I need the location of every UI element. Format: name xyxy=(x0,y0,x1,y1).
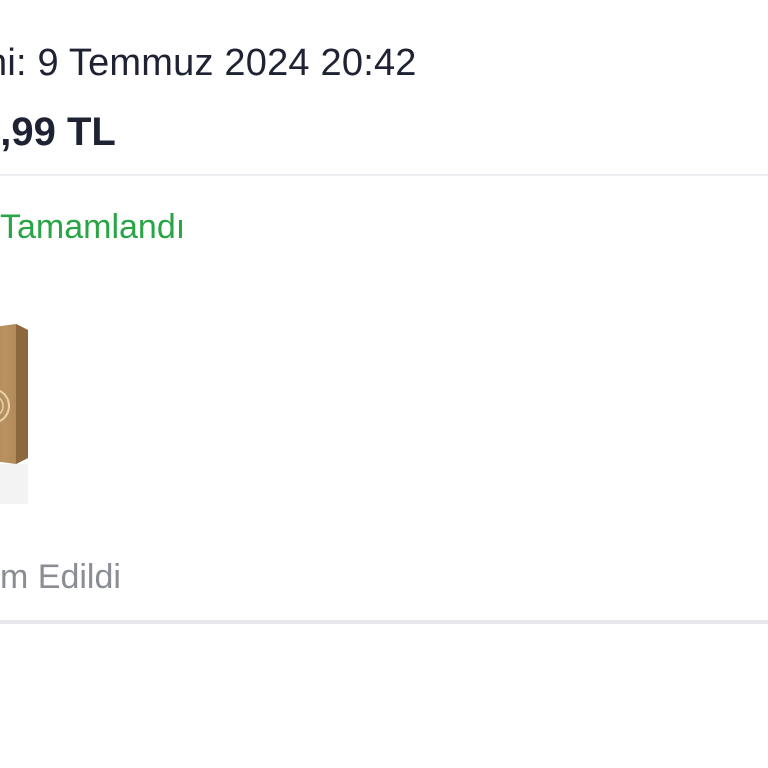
order-status: Tamamlandı xyxy=(0,208,186,246)
product-image[interactable] xyxy=(0,318,32,508)
order-detail-screen: hi: 9 Temmuz 2024 20:42 4,99 TL Tamamlan… xyxy=(0,0,768,768)
delivery-status: m Edildi xyxy=(0,558,121,596)
divider xyxy=(0,620,768,624)
order-date: hi: 9 Temmuz 2024 20:42 xyxy=(0,42,417,84)
divider xyxy=(0,174,768,176)
order-total: 4,99 TL xyxy=(0,110,116,154)
product-box-icon xyxy=(0,324,28,504)
